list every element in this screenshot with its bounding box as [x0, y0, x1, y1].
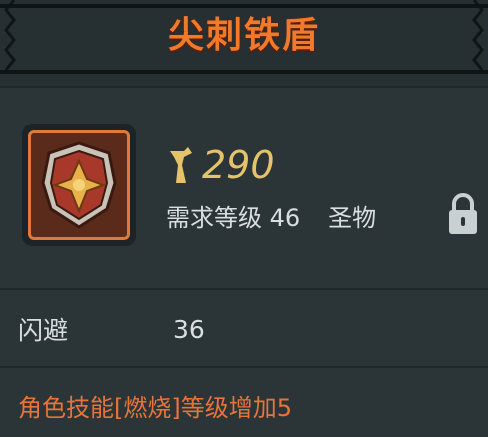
spiked-iron-shield-icon — [41, 141, 117, 229]
level-requirement: 需求等级 46 — [166, 204, 301, 232]
lock-icon[interactable] — [446, 192, 480, 236]
item-meta-row: 需求等级 46 圣物 — [166, 198, 376, 233]
item-price: 290 — [202, 143, 275, 187]
item-tooltip-panel: 尖刺铁盾 290 需求等级 46 圣物 闪避 36 角色技能[燃烧]等级增加5 — [0, 0, 488, 437]
stat-name: 闪避 — [18, 316, 69, 345]
stat-value: 36 — [173, 314, 205, 344]
header-divider — [0, 86, 488, 88]
effect-divider — [0, 366, 488, 368]
item-name-title: 尖刺铁盾 — [167, 15, 320, 56]
skill-effect-text: 角色技能[燃烧]等级增加5 — [18, 394, 292, 422]
item-type: 圣物 — [328, 204, 377, 232]
item-icon-background — [28, 130, 130, 240]
stats-divider — [0, 288, 488, 290]
anvil-currency-icon — [170, 147, 192, 183]
item-icon-slot[interactable] — [22, 124, 136, 246]
tooltip-header: 尖刺铁盾 — [0, 0, 488, 86]
stat-row: 闪避 36 — [18, 308, 478, 350]
price-row: 290 — [166, 140, 275, 190]
